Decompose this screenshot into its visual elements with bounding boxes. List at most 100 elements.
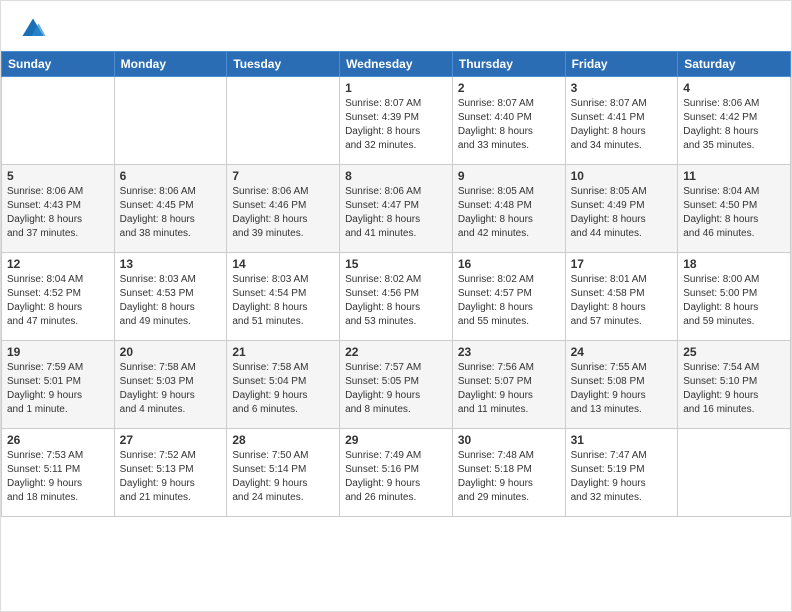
weekday-header: Wednesday xyxy=(340,52,453,77)
calendar-cell: 4Sunrise: 8:06 AM Sunset: 4:42 PM Daylig… xyxy=(678,77,791,165)
calendar-cell: 25Sunrise: 7:54 AM Sunset: 5:10 PM Dayli… xyxy=(678,341,791,429)
calendar-cell: 2 Sunrise: 8:07 AM Sunset: 4:40 PM Daylig… xyxy=(452,77,565,165)
day-info: Sunrise: 8:06 AM Sunset: 4:46 PM Dayligh… xyxy=(232,185,334,241)
calendar-cell: 30 Sunrise: 7:48 AM Sunset: 5:18 PM Dayli… xyxy=(452,429,565,517)
day-number: 16 xyxy=(458,257,560,271)
day-info: Sunrise: 8:06 AM Sunset: 4:47 PM Dayligh… xyxy=(345,185,447,241)
day-number: 5 xyxy=(7,169,109,183)
calendar-cell: 5 Sunrise: 8:06 AM Sunset: 4:43 PM Daylig… xyxy=(2,165,115,253)
calendar-cell xyxy=(227,77,340,165)
calendar-cell: 23 Sunrise: 7:56 AM Sunset: 5:07 PM Dayli… xyxy=(452,341,565,429)
calendar-page: SundayMondayTuesdayWednesdayThursdayFrid… xyxy=(0,0,792,612)
logo-icon xyxy=(19,15,47,43)
day-info: Sunrise: 8:05 AM Sunset: 4:48 PM Dayligh… xyxy=(458,185,560,241)
day-number: 10 xyxy=(571,169,673,183)
calendar-cell: 17 Sunrise: 8:01 AM Sunset: 4:58 PM Dayli… xyxy=(565,253,678,341)
calendar-cell: 7 Sunrise: 8:06 AM Sunset: 4:46 PM Daylig… xyxy=(227,165,340,253)
calendar-cell: 12 Sunrise: 8:04 AM Sunset: 4:52 PM Dayli… xyxy=(2,253,115,341)
day-info: Sunrise: 8:02 AM Sunset: 4:56 PM Dayligh… xyxy=(345,273,447,329)
day-number: 28 xyxy=(232,433,334,447)
day-number: 15 xyxy=(345,257,447,271)
day-number: 14 xyxy=(232,257,334,271)
day-info: Sunrise: 7:57 AM Sunset: 5:05 PM Dayligh… xyxy=(345,361,447,417)
calendar-cell: 15 Sunrise: 8:02 AM Sunset: 4:56 PM Dayli… xyxy=(340,253,453,341)
calendar-cell: 18 Sunrise: 8:00 AM Sunset: 5:00 PM Dayli… xyxy=(678,253,791,341)
day-number: 6 xyxy=(120,169,222,183)
calendar-cell: 27Sunrise: 7:52 AM Sunset: 5:13 PM Dayli… xyxy=(114,429,227,517)
day-number: 8 xyxy=(345,169,447,183)
day-number: 30 xyxy=(458,433,560,447)
day-number: 11 xyxy=(683,169,785,183)
calendar-cell: 19Sunrise: 7:59 AM Sunset: 5:01 PM Dayli… xyxy=(2,341,115,429)
day-number: 21 xyxy=(232,345,334,359)
calendar-week-row: 19Sunrise: 7:59 AM Sunset: 5:01 PM Dayli… xyxy=(2,341,791,429)
calendar-cell: 31Sunrise: 7:47 AM Sunset: 5:19 PM Dayli… xyxy=(565,429,678,517)
calendar-cell: 9 Sunrise: 8:05 AM Sunset: 4:48 PM Daylig… xyxy=(452,165,565,253)
day-info: Sunrise: 8:00 AM Sunset: 5:00 PM Dayligh… xyxy=(683,273,785,329)
header xyxy=(1,1,791,51)
day-info: Sunrise: 8:06 AM Sunset: 4:45 PM Dayligh… xyxy=(120,185,222,241)
weekday-header: Monday xyxy=(114,52,227,77)
day-number: 9 xyxy=(458,169,560,183)
calendar-body: 1Sunrise: 8:07 AM Sunset: 4:39 PM Daylig… xyxy=(2,77,791,517)
calendar-week-row: 5 Sunrise: 8:06 AM Sunset: 4:43 PM Daylig… xyxy=(2,165,791,253)
calendar-week-row: 1Sunrise: 8:07 AM Sunset: 4:39 PM Daylig… xyxy=(2,77,791,165)
day-number: 1 xyxy=(345,81,447,95)
calendar-week-row: 12 Sunrise: 8:04 AM Sunset: 4:52 PM Dayli… xyxy=(2,253,791,341)
day-info: Sunrise: 8:07 AM Sunset: 4:40 PM Dayligh… xyxy=(458,97,560,153)
calendar-cell: 29Sunrise: 7:49 AM Sunset: 5:16 PM Dayli… xyxy=(340,429,453,517)
calendar-cell: 21 Sunrise: 7:58 AM Sunset: 5:04 PM Dayli… xyxy=(227,341,340,429)
weekday-header: Sunday xyxy=(2,52,115,77)
calendar-cell xyxy=(2,77,115,165)
calendar-cell: 26Sunrise: 7:53 AM Sunset: 5:11 PM Dayli… xyxy=(2,429,115,517)
calendar-cell: 1Sunrise: 8:07 AM Sunset: 4:39 PM Daylig… xyxy=(340,77,453,165)
day-number: 22 xyxy=(345,345,447,359)
calendar-table: SundayMondayTuesdayWednesdayThursdayFrid… xyxy=(1,51,791,517)
day-number: 23 xyxy=(458,345,560,359)
calendar-cell: 10Sunrise: 8:05 AM Sunset: 4:49 PM Dayli… xyxy=(565,165,678,253)
day-info: Sunrise: 7:55 AM Sunset: 5:08 PM Dayligh… xyxy=(571,361,673,417)
day-number: 24 xyxy=(571,345,673,359)
calendar-cell: 14 Sunrise: 8:03 AM Sunset: 4:54 PM Dayli… xyxy=(227,253,340,341)
day-number: 2 xyxy=(458,81,560,95)
day-number: 26 xyxy=(7,433,109,447)
weekday-header-row: SundayMondayTuesdayWednesdayThursdayFrid… xyxy=(2,52,791,77)
calendar-cell: 13 Sunrise: 8:03 AM Sunset: 4:53 PM Dayli… xyxy=(114,253,227,341)
day-info: Sunrise: 8:06 AM Sunset: 4:43 PM Dayligh… xyxy=(7,185,109,241)
day-info: Sunrise: 7:48 AM Sunset: 5:18 PM Dayligh… xyxy=(458,449,560,505)
calendar-cell: 16Sunrise: 8:02 AM Sunset: 4:57 PM Dayli… xyxy=(452,253,565,341)
day-number: 3 xyxy=(571,81,673,95)
day-number: 25 xyxy=(683,345,785,359)
day-number: 12 xyxy=(7,257,109,271)
day-number: 18 xyxy=(683,257,785,271)
day-number: 13 xyxy=(120,257,222,271)
weekday-header: Friday xyxy=(565,52,678,77)
day-number: 17 xyxy=(571,257,673,271)
day-info: Sunrise: 8:01 AM Sunset: 4:58 PM Dayligh… xyxy=(571,273,673,329)
calendar-cell: 22 Sunrise: 7:57 AM Sunset: 5:05 PM Dayli… xyxy=(340,341,453,429)
calendar-cell: 24 Sunrise: 7:55 AM Sunset: 5:08 PM Dayli… xyxy=(565,341,678,429)
day-info: Sunrise: 7:58 AM Sunset: 5:04 PM Dayligh… xyxy=(232,361,334,417)
weekday-header: Thursday xyxy=(452,52,565,77)
day-info: Sunrise: 7:56 AM Sunset: 5:07 PM Dayligh… xyxy=(458,361,560,417)
day-info: Sunrise: 8:07 AM Sunset: 4:41 PM Dayligh… xyxy=(571,97,673,153)
day-info: Sunrise: 8:04 AM Sunset: 4:52 PM Dayligh… xyxy=(7,273,109,329)
day-info: Sunrise: 7:50 AM Sunset: 5:14 PM Dayligh… xyxy=(232,449,334,505)
day-info: Sunrise: 7:47 AM Sunset: 5:19 PM Dayligh… xyxy=(571,449,673,505)
calendar-cell: 8 Sunrise: 8:06 AM Sunset: 4:47 PM Daylig… xyxy=(340,165,453,253)
calendar-cell: 3 Sunrise: 8:07 AM Sunset: 4:41 PM Daylig… xyxy=(565,77,678,165)
logo xyxy=(19,15,51,43)
calendar-cell: 28 Sunrise: 7:50 AM Sunset: 5:14 PM Dayli… xyxy=(227,429,340,517)
day-info: Sunrise: 8:03 AM Sunset: 4:53 PM Dayligh… xyxy=(120,273,222,329)
day-info: Sunrise: 7:58 AM Sunset: 5:03 PM Dayligh… xyxy=(120,361,222,417)
day-info: Sunrise: 8:03 AM Sunset: 4:54 PM Dayligh… xyxy=(232,273,334,329)
day-info: Sunrise: 8:04 AM Sunset: 4:50 PM Dayligh… xyxy=(683,185,785,241)
calendar-cell: 20 Sunrise: 7:58 AM Sunset: 5:03 PM Dayli… xyxy=(114,341,227,429)
calendar-cell: 11 Sunrise: 8:04 AM Sunset: 4:50 PM Dayli… xyxy=(678,165,791,253)
day-number: 20 xyxy=(120,345,222,359)
day-info: Sunrise: 7:49 AM Sunset: 5:16 PM Dayligh… xyxy=(345,449,447,505)
weekday-header: Tuesday xyxy=(227,52,340,77)
weekday-header: Saturday xyxy=(678,52,791,77)
day-number: 4 xyxy=(683,81,785,95)
day-number: 7 xyxy=(232,169,334,183)
